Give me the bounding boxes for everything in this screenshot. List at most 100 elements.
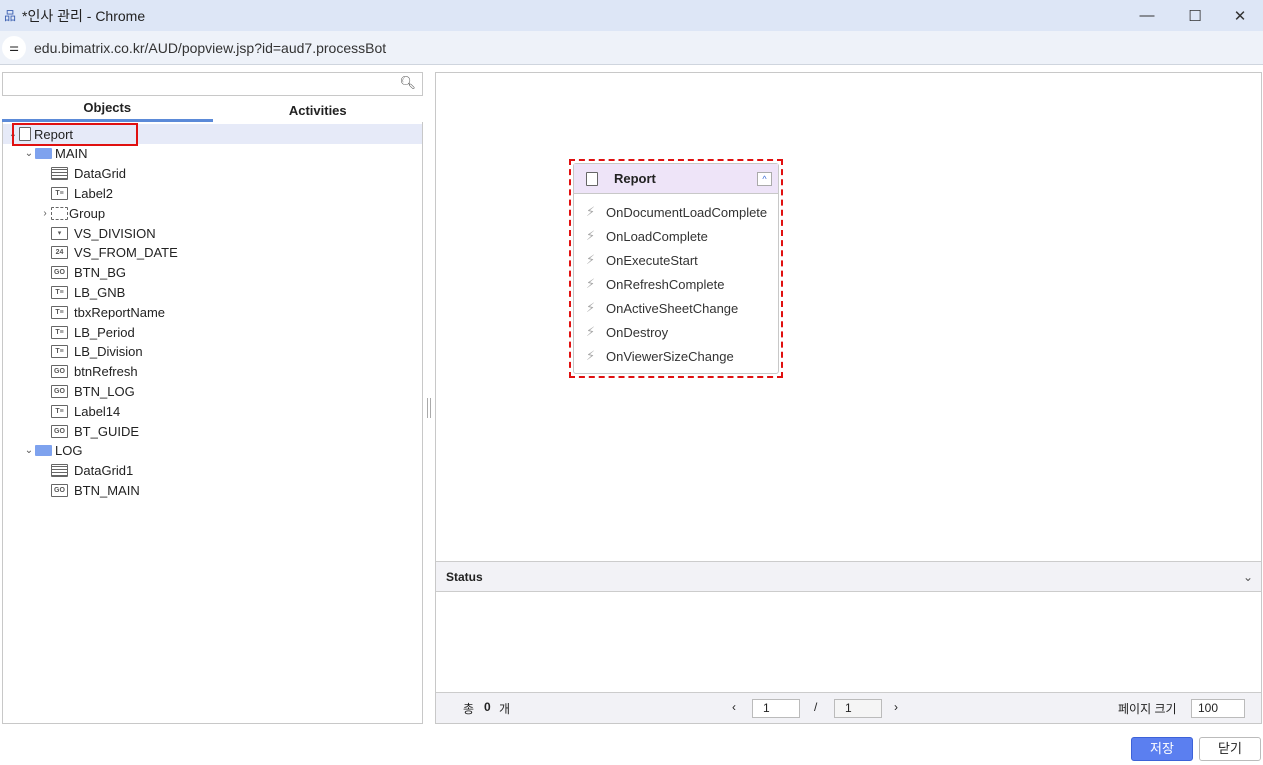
page-input[interactable]: 1: [752, 699, 800, 718]
button-icon: GO: [51, 384, 68, 398]
tree-item[interactable]: 24 VS_FROM_DATE: [3, 243, 178, 263]
document-icon: [586, 171, 598, 186]
event-label: OnDestroy: [606, 324, 669, 340]
tree-item[interactable]: ⌄ LOG: [3, 441, 83, 461]
event-label: OnViewerSizeChange: [606, 348, 734, 364]
tree-item-label: tbxReportName: [74, 304, 166, 320]
search-icon[interactable]: 🔍︎: [399, 75, 416, 91]
event-label: OnExecuteStart: [606, 252, 698, 268]
tree-item-label: VS_FROM_DATE: [74, 245, 178, 261]
tree-item[interactable]: ▾ VS_DIVISION: [3, 223, 156, 243]
objects-panel: 🔍︎ Objects Activities ⌄ Report ⌄ MAIN DataGr…: [2, 72, 423, 724]
event-item[interactable]: ⚡︎ OnActiveSheetChange: [574, 296, 778, 320]
url-text[interactable]: edu.bimatrix.co.kr/AUD/popview.jsp?id=au…: [34, 40, 386, 56]
chevron-down-icon[interactable]: ⌄: [1243, 570, 1253, 584]
status-title: Status: [446, 569, 483, 584]
site-info-icon[interactable]: ⚌: [2, 35, 26, 60]
total-count: 0: [484, 700, 491, 714]
combo-icon: ▾: [51, 226, 68, 240]
button-icon: GO: [51, 483, 68, 497]
button-icon: GO: [51, 365, 68, 379]
lightning-icon: ⚡︎: [586, 204, 596, 219]
tree-item[interactable]: T≡ Label14: [3, 401, 120, 421]
status-header[interactable]: Status ⌄: [436, 561, 1261, 592]
address-bar: ⚌ edu.bimatrix.co.kr/AUD/popview.jsp?id=…: [0, 31, 1263, 65]
maximize-button[interactable]: ☐: [1172, 0, 1218, 31]
page-separator: /: [814, 700, 818, 714]
event-item[interactable]: ⚡︎ OnLoadComplete: [574, 224, 778, 248]
tree-item[interactable]: GO BTN_BG: [3, 263, 126, 283]
next-page-button[interactable]: ›: [894, 700, 898, 714]
tree-item-label: BTN_MAIN: [74, 482, 140, 498]
tab-activities[interactable]: Activities: [213, 98, 424, 122]
search-input[interactable]: 🔍︎: [2, 72, 423, 96]
event-label: OnActiveSheetChange: [606, 300, 739, 316]
collapse-button[interactable]: ^: [757, 172, 772, 186]
event-item[interactable]: ⚡︎ OnDocumentLoadComplete: [574, 200, 778, 224]
lightning-icon: ⚡︎: [586, 252, 596, 267]
event-item[interactable]: ⚡︎ OnDestroy: [574, 320, 778, 344]
prev-page-button[interactable]: ‹: [732, 700, 736, 714]
report-event-node[interactable]: Report ^ ⚡︎ OnDocumentLoadComplete ⚡︎ OnLoa…: [569, 159, 783, 378]
tree-item[interactable]: GO BTN_LOG: [3, 381, 135, 401]
grid-icon: [51, 167, 68, 181]
lightning-icon: ⚡︎: [586, 348, 596, 363]
highlight-box: [12, 123, 138, 146]
tree-item[interactable]: › Group: [3, 203, 105, 223]
folder-icon: [35, 148, 52, 160]
status-footer: 총 0 개 ‹ 1 / 1 › 페이지 크기 100: [436, 692, 1261, 723]
tree-item-label: MAIN: [55, 146, 88, 162]
total-prefix: 총: [463, 702, 475, 716]
date-icon: 24: [51, 246, 68, 260]
expand-toggle-icon[interactable]: ⌄: [23, 445, 35, 456]
expand-toggle-icon[interactable]: ›: [39, 208, 51, 219]
lightning-icon: ⚡︎: [586, 276, 596, 291]
splitter-handle[interactable]: [427, 398, 431, 418]
page-size-label: 페이지 크기: [1118, 702, 1177, 716]
tree-item[interactable]: T≡ LB_Period: [3, 322, 135, 342]
tree-item[interactable]: DataGrid1: [3, 461, 133, 481]
event-item[interactable]: ⚡︎ OnExecuteStart: [574, 248, 778, 272]
label-icon: T≡: [51, 345, 68, 359]
tree-item[interactable]: ⌄ MAIN: [3, 144, 88, 164]
close-button[interactable]: 닫기: [1199, 737, 1261, 761]
label-icon: T≡: [51, 404, 68, 418]
window-title: *인사 관리 - Chrome: [22, 7, 146, 24]
tree-item[interactable]: GO btnRefresh: [3, 362, 138, 382]
tree-item[interactable]: T≡ LB_Division: [3, 342, 143, 362]
tree-item[interactable]: DataGrid: [3, 164, 126, 184]
tree-item-label: BT_GUIDE: [74, 423, 140, 439]
panel-tabs: Objects Activities: [2, 98, 423, 122]
group-icon: [51, 206, 68, 220]
tree-item-label: Group: [69, 205, 106, 221]
event-label: OnRefreshComplete: [606, 276, 725, 292]
tree-item[interactable]: T≡ Label2: [3, 183, 113, 203]
title-bar: 品 *인사 관리 - Chrome — ☐ ✕: [0, 0, 1263, 31]
tree-item-label: VS_DIVISION: [74, 225, 156, 241]
tree-item-label: BTN_BG: [74, 265, 127, 281]
node-header: Report ^: [574, 164, 778, 194]
grid-icon: [51, 464, 68, 478]
page-size-input[interactable]: 100: [1191, 699, 1245, 718]
event-label: OnLoadComplete: [606, 228, 708, 244]
save-button[interactable]: 저장: [1131, 737, 1193, 761]
lightning-icon: ⚡︎: [586, 300, 596, 315]
event-item[interactable]: ⚡︎ OnViewerSizeChange: [574, 344, 778, 368]
total-suffix: 개: [499, 702, 511, 716]
expand-toggle-icon[interactable]: ⌄: [23, 148, 35, 159]
close-window-button[interactable]: ✕: [1217, 0, 1263, 31]
node-title: Report: [614, 171, 656, 186]
tree-item[interactable]: T≡ tbxReportName: [3, 302, 165, 322]
app-icon: 品: [4, 9, 17, 23]
tree-item-label: Label14: [74, 403, 121, 419]
tab-objects[interactable]: Objects: [2, 98, 213, 122]
tree-item[interactable]: T≡ LB_GNB: [3, 282, 125, 302]
tree-item-label: DataGrid: [74, 166, 127, 182]
designer-panel: Report ^ ⚡︎ OnDocumentLoadComplete ⚡︎ OnLoa…: [435, 72, 1262, 724]
tree-item[interactable]: GO BT_GUIDE: [3, 421, 139, 441]
tree-item-label: LB_Division: [74, 344, 143, 360]
page-total: 1: [834, 699, 882, 718]
tree-item[interactable]: GO BTN_MAIN: [3, 480, 140, 500]
minimize-button[interactable]: —: [1124, 0, 1170, 31]
event-item[interactable]: ⚡︎ OnRefreshComplete: [574, 272, 778, 296]
